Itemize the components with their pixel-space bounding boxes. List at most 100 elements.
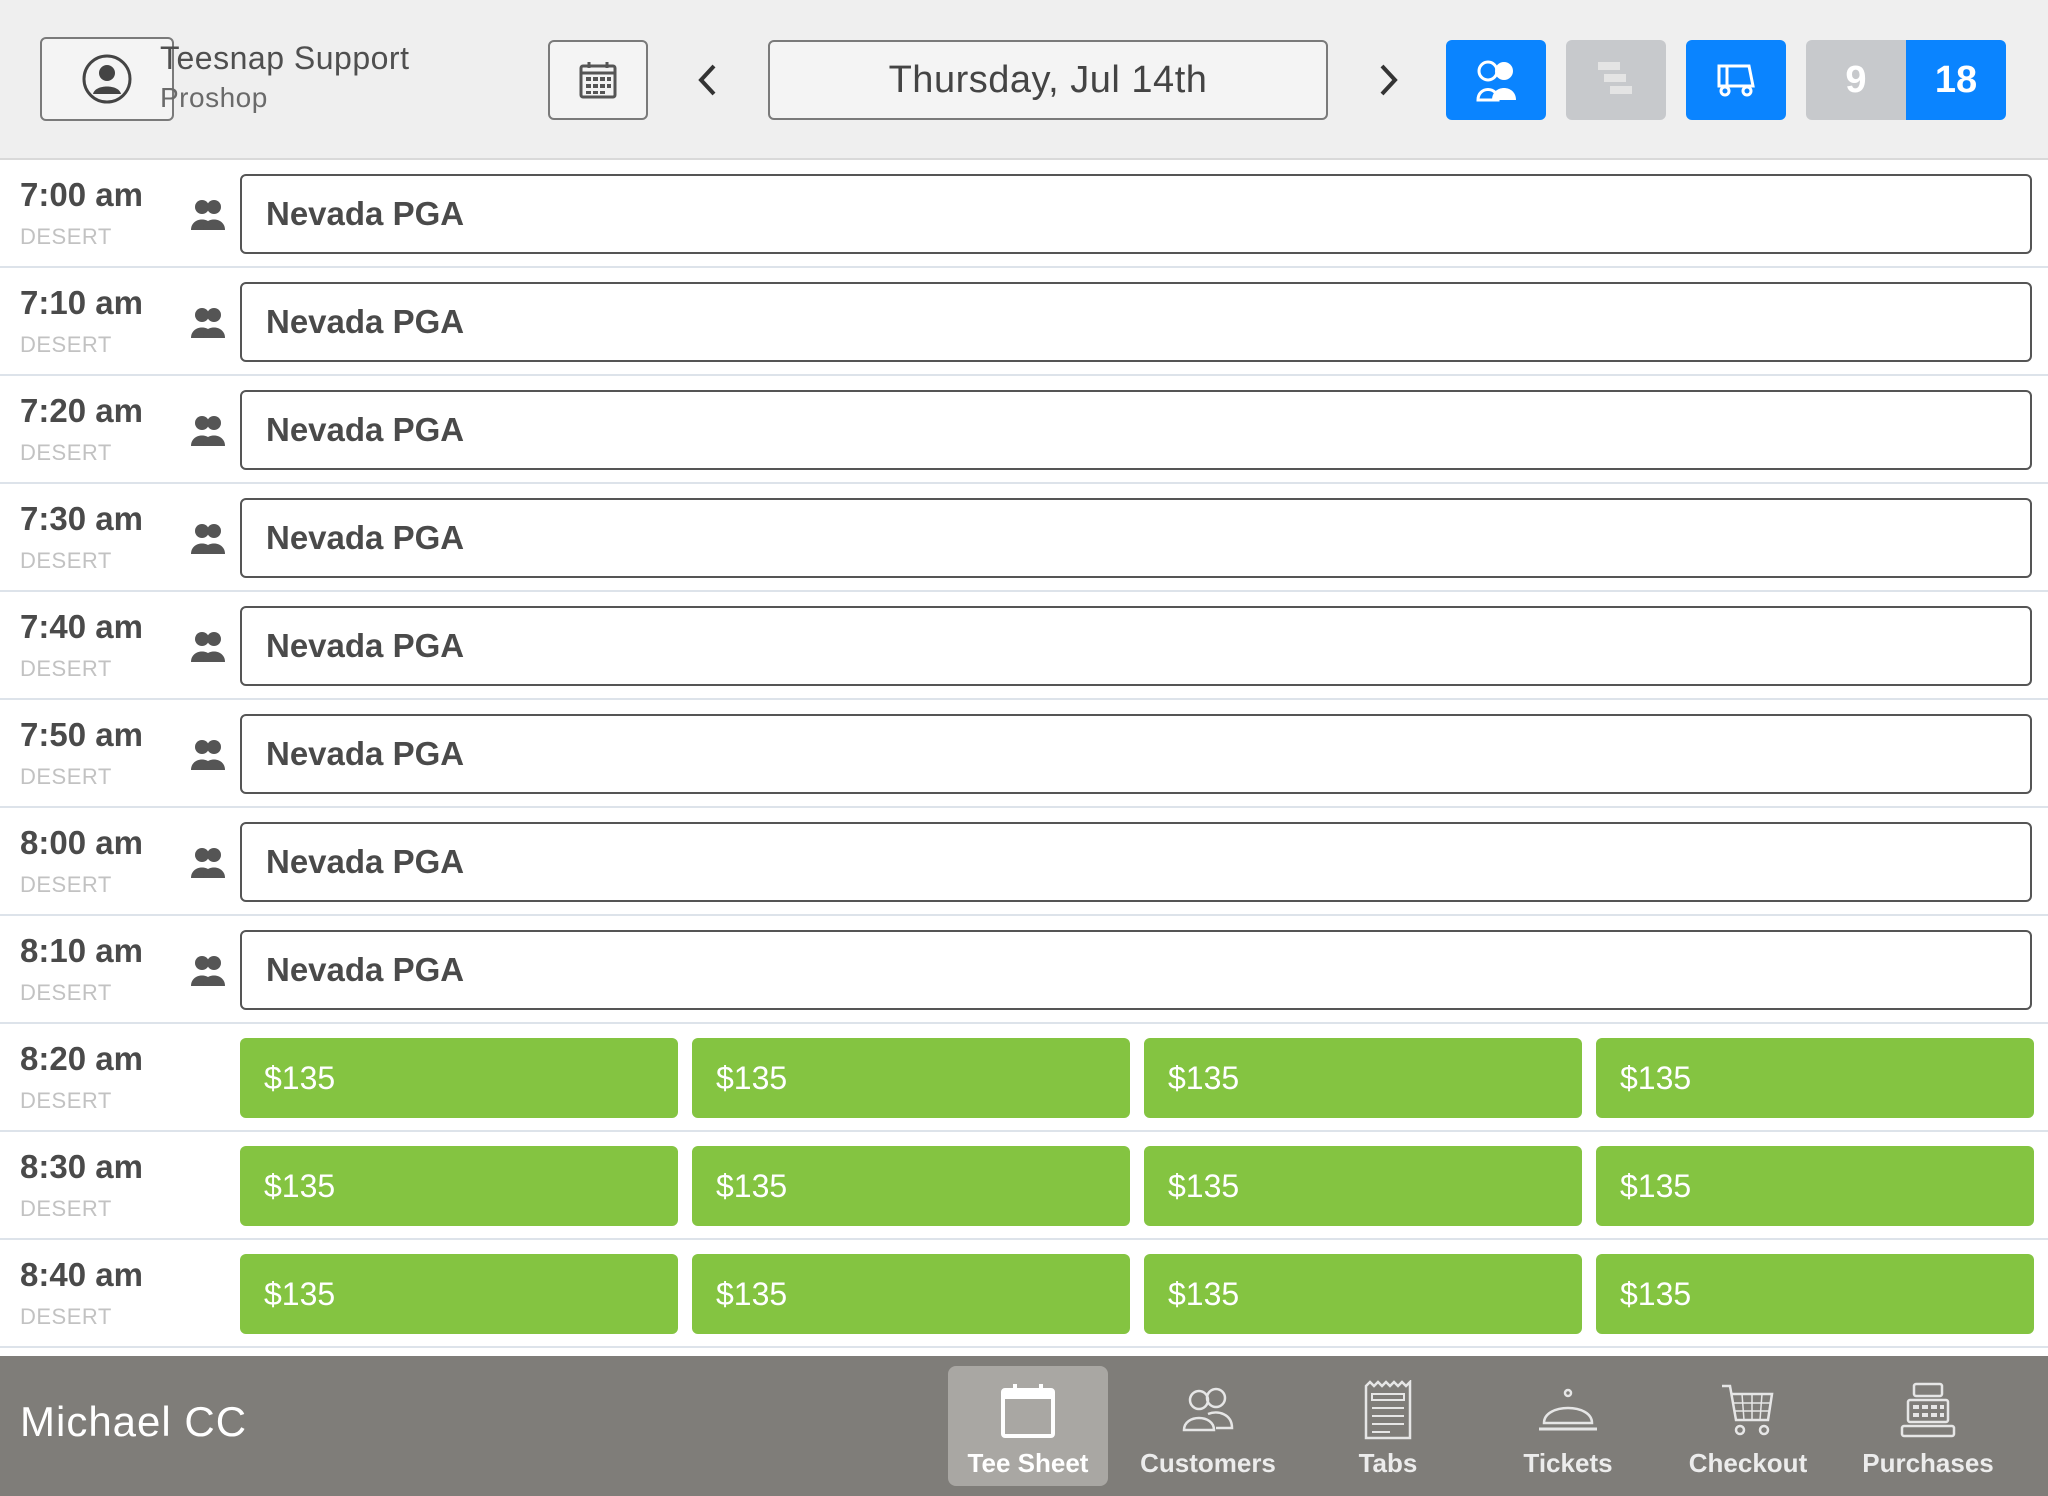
chevron-left-icon bbox=[698, 64, 716, 96]
tab-customers[interactable]: Customers bbox=[1128, 1366, 1288, 1486]
tee-time: 8:00 am bbox=[20, 824, 143, 861]
tab-label: Checkout bbox=[1688, 1448, 1808, 1478]
tee-time-row: 7:00 am DESERT Nevada PGA bbox=[0, 160, 2048, 268]
event-booking[interactable]: Nevada PGA bbox=[240, 930, 2032, 1010]
tab-checkout[interactable]: Checkout bbox=[1668, 1366, 1828, 1486]
tee-time: 8:40 am bbox=[20, 1256, 143, 1293]
group-icon bbox=[191, 632, 225, 662]
tee-time: 7:20 am bbox=[20, 392, 143, 429]
group-icon bbox=[191, 956, 225, 986]
available-slot-button[interactable]: $135 bbox=[1144, 1146, 1582, 1226]
tee-time: 7:50 am bbox=[20, 716, 143, 753]
course-name: DESERT bbox=[20, 872, 112, 897]
course-name: DESERT bbox=[20, 656, 112, 681]
tab-tee-sheet[interactable]: Tee Sheet bbox=[948, 1366, 1108, 1486]
event-booking[interactable]: Nevada PGA bbox=[240, 282, 2032, 362]
tee-time: 7:30 am bbox=[20, 500, 143, 537]
tab-label: Tabs bbox=[1358, 1448, 1418, 1478]
user-role: Proshop bbox=[160, 82, 268, 113]
tee-time-row: 7:20 am DESERT Nevada PGA bbox=[0, 376, 2048, 484]
tee-time-row: 7:30 am DESERT Nevada PGA bbox=[0, 484, 2048, 592]
people-icon bbox=[1182, 1387, 1234, 1432]
tee-time-row: 8:20 am DESERT $135 $135 $135 $135 bbox=[0, 1024, 2048, 1132]
tee-time: 8:20 am bbox=[20, 1040, 143, 1077]
calendar-button[interactable] bbox=[548, 40, 648, 120]
next-day-button[interactable] bbox=[1356, 48, 1420, 112]
tee-time: 8:30 am bbox=[20, 1148, 143, 1185]
available-slot-button[interactable]: $135 bbox=[1596, 1146, 2034, 1226]
user-info: Teesnap Support Proshop bbox=[160, 38, 409, 118]
group-icon bbox=[191, 200, 225, 230]
bottom-nav-bar: Michael CC Tee Sheet Customers Tabs Tick… bbox=[0, 1356, 2048, 1496]
tee-time: 7:40 am bbox=[20, 608, 143, 645]
event-booking[interactable]: Nevada PGA bbox=[240, 174, 2032, 254]
group-icon bbox=[191, 308, 225, 338]
group-icon bbox=[191, 416, 225, 446]
tee-time: 8:10 am bbox=[20, 932, 143, 969]
chevron-right-icon bbox=[1380, 64, 1398, 96]
event-booking[interactable]: Nevada PGA bbox=[240, 390, 2032, 470]
nine-holes-toggle[interactable]: 9 bbox=[1806, 40, 1906, 120]
calendar-icon bbox=[579, 62, 617, 99]
date-display[interactable]: Thursday, Jul 14th bbox=[768, 40, 1328, 120]
user-name: Teesnap Support bbox=[160, 40, 410, 76]
course-name: DESERT bbox=[20, 224, 112, 249]
user-profile-button[interactable] bbox=[40, 37, 174, 121]
available-slot-button[interactable]: $135 bbox=[1596, 1254, 2034, 1334]
tab-tabs[interactable]: Tabs bbox=[1308, 1366, 1468, 1486]
tee-time: 7:10 am bbox=[20, 284, 143, 321]
tee-time-row: 7:10 am DESERT Nevada PGA bbox=[0, 268, 2048, 376]
calendar-icon bbox=[1001, 1384, 1055, 1438]
tab-tickets[interactable]: Tickets bbox=[1488, 1366, 1648, 1486]
available-slot-button[interactable]: $135 bbox=[692, 1038, 1130, 1118]
people-icon bbox=[1476, 60, 1516, 102]
event-booking[interactable]: Nevada PGA bbox=[240, 606, 2032, 686]
available-slot-button[interactable]: $135 bbox=[240, 1038, 678, 1118]
tee-time-row: 7:40 am DESERT Nevada PGA bbox=[0, 592, 2048, 700]
previous-day-button[interactable] bbox=[676, 48, 740, 112]
available-slot-button[interactable]: $135 bbox=[1596, 1038, 2034, 1118]
course-name: DESERT bbox=[20, 548, 112, 573]
receipt-icon bbox=[1364, 1380, 1412, 1440]
tee-time-row: 8:10 am DESERT Nevada PGA bbox=[0, 916, 2048, 1024]
cart-icon bbox=[1722, 1384, 1774, 1436]
eighteen-holes-toggle[interactable]: 18 bbox=[1906, 40, 2006, 120]
register-icon bbox=[1900, 1382, 1956, 1438]
tee-time-row: 8:00 am DESERT Nevada PGA bbox=[0, 808, 2048, 916]
available-slot-button[interactable]: $135 bbox=[692, 1254, 1130, 1334]
available-slot-button[interactable]: $135 bbox=[1144, 1038, 1582, 1118]
course-name: DESERT bbox=[20, 1196, 112, 1221]
course-name: DESERT bbox=[20, 764, 112, 789]
facility-name: Michael CC bbox=[20, 1398, 248, 1445]
players-view-button[interactable] bbox=[1446, 40, 1546, 120]
stacked-bars-icon bbox=[1598, 62, 1632, 94]
service-bell-icon bbox=[1539, 1388, 1597, 1431]
split-view-button[interactable] bbox=[1566, 40, 1666, 120]
group-icon bbox=[191, 524, 225, 554]
tab-label: Purchases bbox=[1862, 1448, 1994, 1478]
available-slot-button[interactable]: $135 bbox=[240, 1146, 678, 1226]
tee-time-row: 8:30 am DESERT $135 $135 $135 $135 bbox=[0, 1132, 2048, 1240]
course-name: DESERT bbox=[20, 1304, 112, 1329]
group-icon bbox=[191, 740, 225, 770]
tab-label: Tickets bbox=[1523, 1448, 1613, 1478]
event-booking[interactable]: Nevada PGA bbox=[240, 714, 2032, 794]
tee-time-row: 8:40 am DESERT $135 $135 $135 $135 bbox=[0, 1240, 2048, 1348]
top-toolbar: Teesnap Support Proshop Thursday, Jul 14… bbox=[0, 0, 2048, 160]
tee-time: 7:00 am bbox=[20, 176, 143, 213]
available-slot-button[interactable]: $135 bbox=[240, 1254, 678, 1334]
tab-label: Customers bbox=[1140, 1448, 1276, 1478]
tab-purchases[interactable]: Purchases bbox=[1848, 1366, 2008, 1486]
golf-cart-icon bbox=[1717, 64, 1755, 97]
course-name: DESERT bbox=[20, 440, 112, 465]
available-slot-button[interactable]: $135 bbox=[1144, 1254, 1582, 1334]
available-slot-button[interactable]: $135 bbox=[692, 1146, 1130, 1226]
event-booking[interactable]: Nevada PGA bbox=[240, 498, 2032, 578]
tee-time-row: 7:50 am DESERT Nevada PGA bbox=[0, 700, 2048, 808]
group-icon bbox=[191, 848, 225, 878]
cart-view-button[interactable] bbox=[1686, 40, 1786, 120]
course-name: DESERT bbox=[20, 1088, 112, 1113]
tee-sheet: 7:00 am DESERT Nevada PGA 7:10 am DESERT… bbox=[0, 160, 2048, 1350]
user-avatar-icon bbox=[82, 54, 132, 104]
event-booking[interactable]: Nevada PGA bbox=[240, 822, 2032, 902]
